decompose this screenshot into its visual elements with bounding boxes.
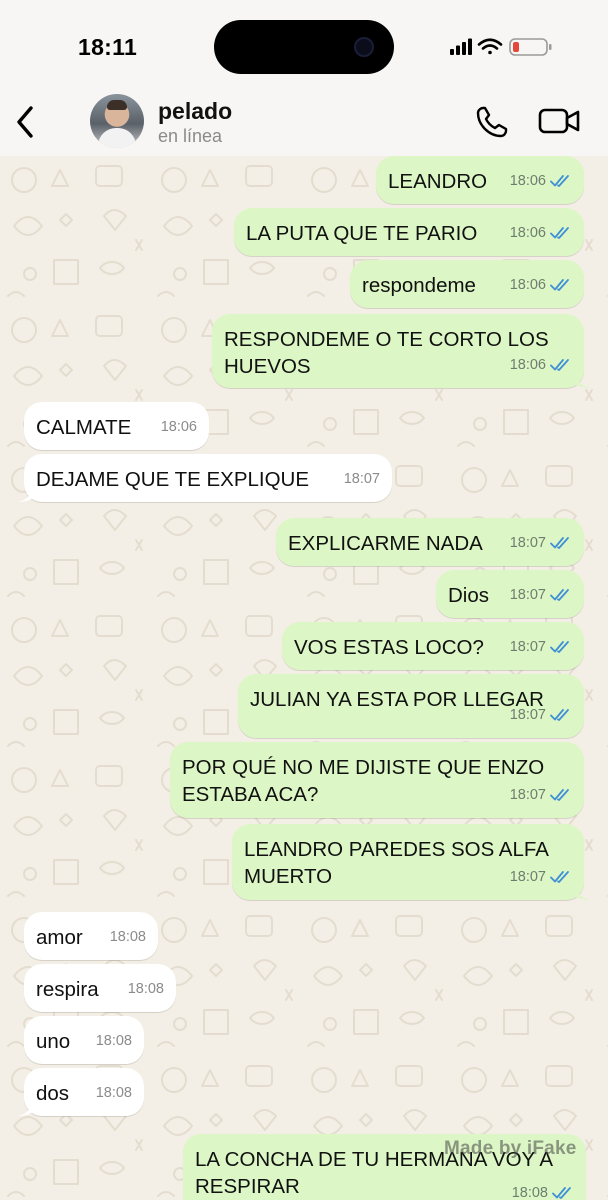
message-time: 18:07 [509,639,546,655]
status-icons [450,36,558,63]
chat-header: pelado en línea [0,92,608,156]
message-time: 18:06 [509,225,546,241]
read-ticks-icon [550,359,569,371]
outgoing-message[interactable]: LEANDRO 18:06 [376,156,584,204]
message-meta: 18:08 [512,1180,574,1200]
outgoing-message[interactable]: LEANDRO PAREDES SOS ALFA MUERTO 18:07 [232,824,591,900]
bubble-tail [575,372,591,388]
incoming-message[interactable]: dos 18:08 [17,1068,144,1116]
incoming-message[interactable]: respira 18:08 [24,964,176,1012]
outgoing-message[interactable]: RESPONDEME O TE CORTO LOS HUEVOS 18:06 [212,314,591,388]
message-time: 18:08 [95,1033,132,1049]
contact-name[interactable]: pelado [158,98,232,125]
message-meta: 18:07 [344,466,380,493]
message-time: 18:07 [509,787,546,803]
chat-area[interactable]: LEANDRO 18:06 LA PUTA QUE TE PARIO 18:06 res… [0,156,608,1200]
message-time: 18:08 [95,1085,132,1101]
video-call-button[interactable] [538,106,582,141]
message-meta: 18:06 [510,168,572,195]
incoming-message[interactable]: uno 18:08 [24,1016,144,1064]
wifi-icon [477,38,503,55]
dynamic-island [214,20,394,74]
read-ticks-icon [550,871,569,883]
status-bar: 18:11 [0,0,608,92]
outgoing-message[interactable]: POR QUÉ NO ME DIJISTE QUE ENZO ESTABA AC… [170,742,584,818]
message-time: 18:07 [509,587,546,603]
message-meta: 18:07 [510,702,572,729]
message-time: 18:07 [509,869,546,885]
message-time: 18:07 [509,535,546,551]
outgoing-message[interactable]: EXPLICARME NADA 18:07 [276,518,584,566]
message-meta: 18:08 [96,1080,132,1107]
battery-icon [509,38,552,56]
message-meta: 18:06 [161,414,197,441]
incoming-message[interactable]: CALMATE 18:06 [24,402,209,450]
read-ticks-icon [550,709,569,721]
message-meta: 18:06 [510,220,572,247]
contact-status: en línea [158,126,223,146]
message-meta: 18:07 [510,782,572,809]
message-meta: 18:08 [128,976,164,1003]
incoming-message[interactable]: amor 18:08 [24,912,158,960]
video-camera-icon [538,108,580,134]
message-time: 18:07 [343,471,380,487]
read-ticks-icon [550,589,569,601]
read-ticks-icon [550,227,569,239]
incoming-message[interactable]: DEJAME QUE TE EXPLIQUE 18:07 [17,454,392,502]
message-time: 18:08 [127,981,164,997]
message-text: DEJAME QUE TE EXPLIQUE [36,468,310,491]
message-time: 18:06 [509,277,546,293]
message-time: 18:06 [160,419,197,435]
contact-avatar[interactable] [90,94,144,148]
message-time: 18:08 [511,1185,548,1200]
message-meta: 18:07 [510,582,572,609]
message-time: 18:06 [509,173,546,189]
message-time: 18:08 [109,929,146,945]
message-meta: 18:07 [510,864,572,891]
read-ticks-icon [552,1187,571,1199]
front-camera-icon [354,37,374,57]
message-meta: 18:07 [510,530,572,557]
read-ticks-icon [550,789,569,801]
read-ticks-icon [550,641,569,653]
message-meta: 18:08 [96,1028,132,1055]
message-meta: 18:08 [110,924,146,951]
message-meta: 18:06 [510,272,572,299]
outgoing-message[interactable]: respondeme 18:06 [350,260,584,308]
message-time: 18:06 [509,357,546,373]
message-time: 18:07 [509,707,546,723]
message-meta: 18:07 [510,634,572,661]
bubble-tail [17,486,33,502]
outgoing-message[interactable]: JULIAN YA ESTA POR LLEGAR 18:07 [238,674,584,738]
read-ticks-icon [550,279,569,291]
status-time: 18:11 [78,34,138,60]
read-ticks-icon [550,175,569,187]
signal-icon [450,38,472,55]
back-chevron-icon [17,106,33,138]
back-button[interactable] [12,102,40,142]
phone-icon [476,106,508,138]
outgoing-message[interactable]: LA PUTA QUE TE PARIO 18:06 [234,208,584,256]
bubble-tail [575,884,591,900]
outgoing-message[interactable]: VOS ESTAS LOCO? 18:07 [282,622,584,670]
outgoing-message[interactable]: Dios 18:07 [436,570,584,618]
message-meta: 18:06 [510,352,572,379]
watermark-text: Made by iFake [444,1138,577,1159]
read-ticks-icon [550,537,569,549]
bubble-tail [17,1100,33,1116]
voice-call-button[interactable] [474,104,510,145]
